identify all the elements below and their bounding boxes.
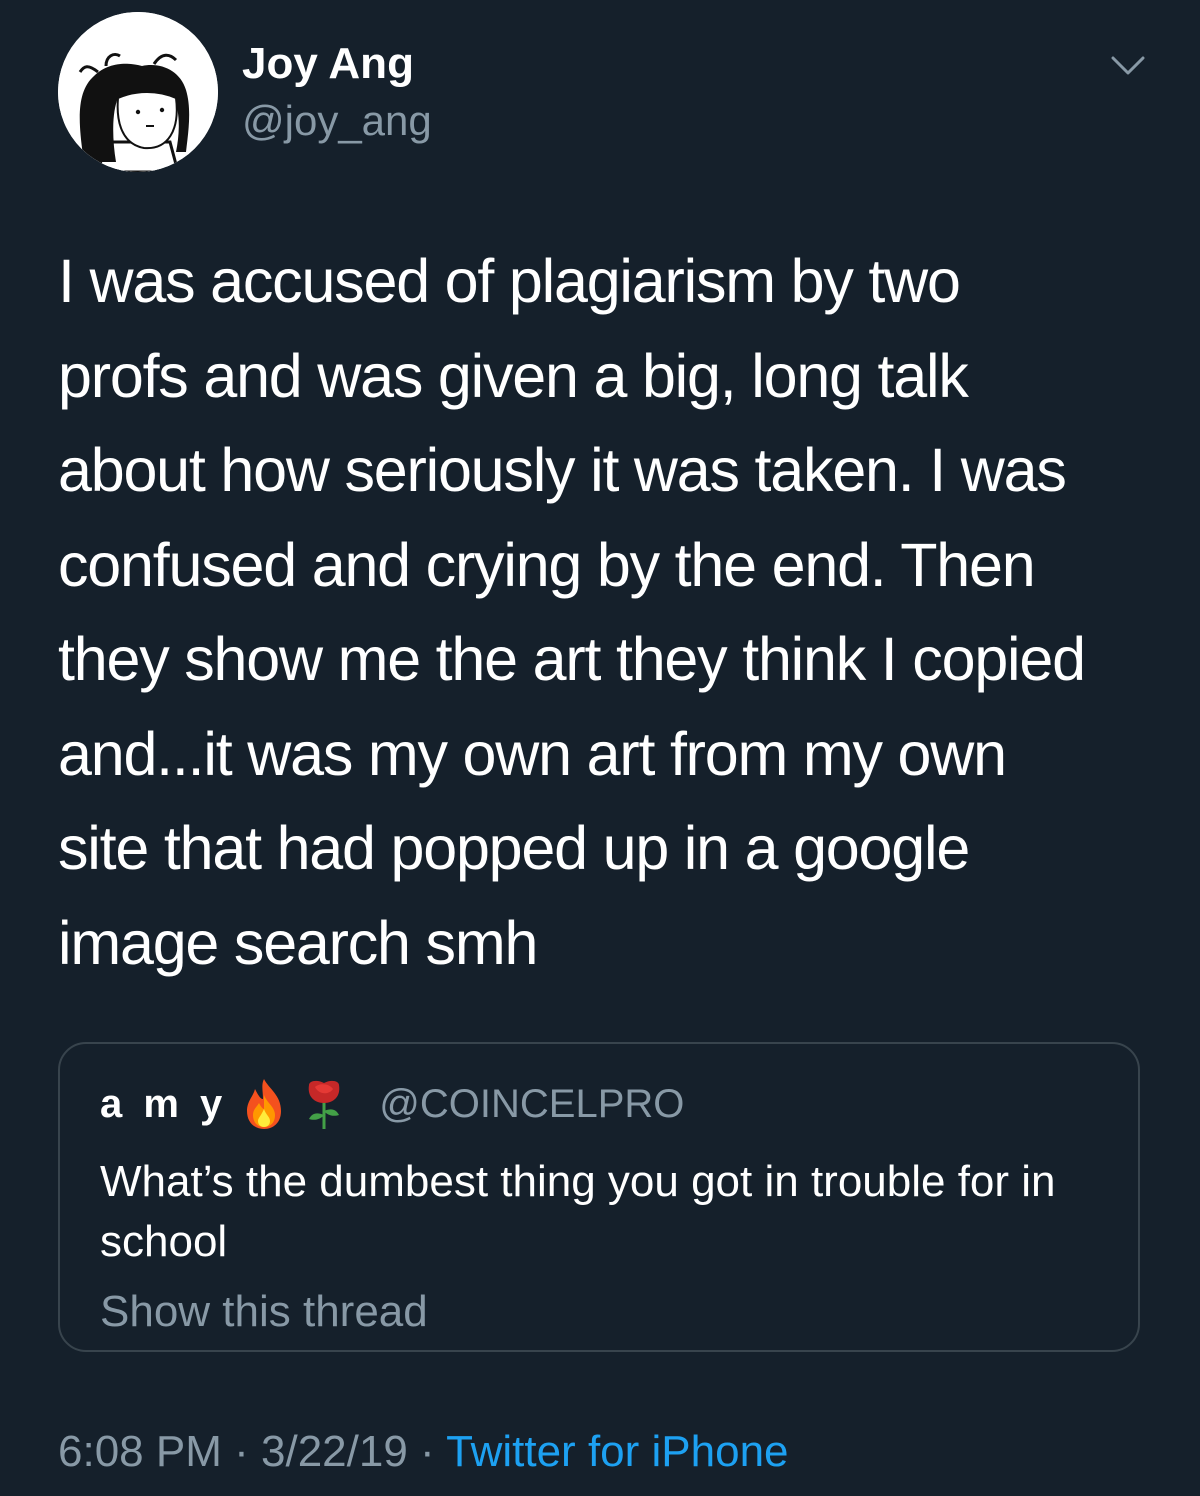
tweet-time: 6:08 PM (58, 1427, 222, 1476)
tweet-date: 3/22/19 (261, 1427, 408, 1476)
display-name[interactable]: Joy Ang (242, 38, 414, 90)
quoted-tweet-text: What’s the dumbest thing you got in trou… (100, 1157, 1056, 1266)
quoted-author-handle: @COINCELPRO (379, 1081, 685, 1126)
avatar[interactable] (58, 12, 218, 172)
tweet-text: I was accused of plagiarism by two profs… (58, 247, 1086, 977)
quoted-tweet-card[interactable]: a m y @COINCELPRO What’s the dumbest thi… (58, 1042, 1140, 1352)
avatar-drawing-icon (58, 12, 218, 172)
tweet-meta: 6:08 PM · 3/22/19 · Twitter for iPhone (58, 1424, 789, 1480)
fire-emoji-icon (241, 1077, 287, 1131)
show-thread-link[interactable]: Show this thread (100, 1284, 428, 1340)
meta-separator: · (234, 1427, 249, 1476)
chevron-down-icon[interactable] (1110, 54, 1146, 78)
rose-emoji-icon (301, 1077, 347, 1131)
quoted-author-name: a m y (100, 1081, 228, 1126)
tweet-source-link[interactable]: Twitter for iPhone (446, 1427, 788, 1476)
author-handle[interactable]: @joy_ang (242, 96, 432, 146)
meta-separator: · (420, 1427, 435, 1476)
quoted-tweet-author: a m y @COINCELPRO (100, 1074, 684, 1134)
